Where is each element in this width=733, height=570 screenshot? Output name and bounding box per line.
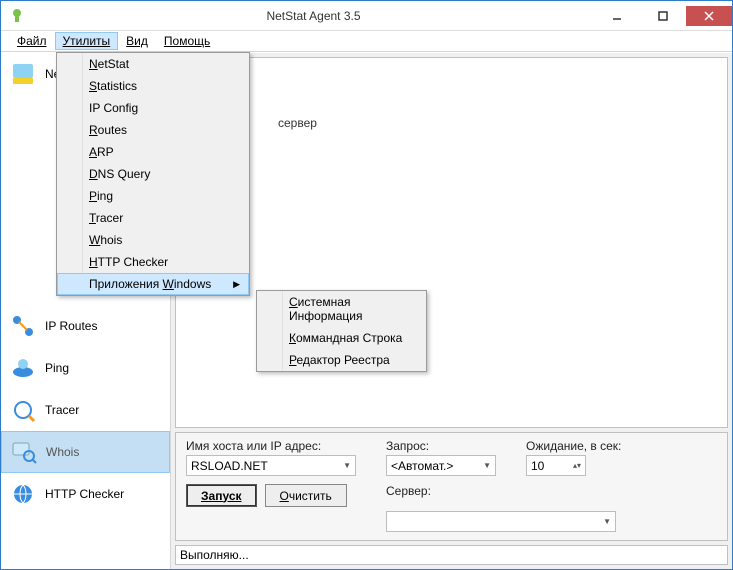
menu-item-netstat[interactable]: NetStat: [57, 53, 249, 75]
output-area[interactable]: сервер: [175, 57, 728, 428]
menu-utils[interactable]: Утилиты: [55, 32, 119, 50]
menu-item-tracer[interactable]: Tracer: [57, 207, 249, 229]
host-input[interactable]: RSLOAD.NET ▼: [186, 455, 356, 476]
tracer-icon: [9, 396, 37, 424]
host-value: RSLOAD.NET: [191, 459, 268, 473]
output-server-label: сервер: [278, 116, 317, 130]
ping-icon: [9, 354, 37, 382]
status-bar: Выполняю...: [175, 545, 728, 565]
spinner-arrows-icon: ▴▾: [573, 461, 581, 470]
sidebar-label: Whois: [46, 445, 79, 459]
wait-label: Ожидание, в сек:: [526, 439, 646, 453]
window-title: NetStat Agent 3.5: [33, 9, 594, 23]
close-button[interactable]: [686, 6, 732, 26]
menu-item-statistics[interactable]: Statistics: [57, 75, 249, 97]
menu-item-ping[interactable]: Ping: [57, 185, 249, 207]
maximize-button[interactable]: [640, 6, 686, 26]
chevron-down-icon: ▼: [343, 461, 351, 470]
sidebar-item-iproutes[interactable]: IP Routes: [1, 305, 170, 347]
menu-bar: Файл Утилиты Вид Помощь: [1, 31, 732, 52]
server-select[interactable]: ▼: [386, 511, 616, 532]
menu-item-arp[interactable]: ARP: [57, 141, 249, 163]
menu-item-routes[interactable]: Routes: [57, 119, 249, 141]
server-label: Сервер:: [386, 484, 496, 498]
iproutes-icon: [9, 312, 37, 340]
clear-button[interactable]: Очистить: [265, 484, 347, 507]
menu-item-ipconfig[interactable]: IP Config: [57, 97, 249, 119]
sidebar-label: HTTP Checker: [45, 487, 124, 501]
menu-item-whois[interactable]: Whois: [57, 229, 249, 251]
title-bar: NetStat Agent 3.5: [1, 1, 732, 31]
httpchecker-icon: [9, 480, 37, 508]
sidebar-label: Ping: [45, 361, 69, 375]
status-text: Выполняю...: [180, 548, 249, 562]
winapps-submenu: Системная Информация Коммандная Строка Р…: [256, 290, 427, 372]
menu-item-dnsquery[interactable]: DNS Query: [57, 163, 249, 185]
utils-menu-popup: NetStat Statistics IP Config Routes ARP …: [56, 52, 250, 296]
menu-help[interactable]: Помощь: [156, 32, 218, 50]
app-icon: [9, 8, 25, 24]
submenu-arrow-icon: ▶: [233, 279, 240, 290]
query-value: <Автомат.>: [391, 459, 453, 473]
submenu-cmdline[interactable]: Коммандная Строка: [257, 327, 426, 349]
chevron-down-icon: ▼: [483, 461, 491, 470]
query-label: Запрос:: [386, 439, 496, 453]
wait-spinner[interactable]: 10 ▴▾: [526, 455, 586, 476]
menu-view[interactable]: Вид: [118, 32, 156, 50]
submenu-regedit[interactable]: Редактор Реестра: [257, 349, 426, 371]
menu-item-httpchecker[interactable]: HTTP Checker: [57, 251, 249, 273]
sidebar-item-ping[interactable]: Ping: [1, 347, 170, 389]
submenu-sysinfo[interactable]: Системная Информация: [257, 291, 426, 327]
wait-value: 10: [531, 459, 544, 473]
netstat-icon: [9, 60, 37, 88]
minimize-button[interactable]: [594, 6, 640, 26]
sidebar-label: IP Routes: [45, 319, 97, 333]
menu-item-winapps[interactable]: Приложения Windows ▶: [57, 273, 249, 295]
sidebar-item-httpchecker[interactable]: HTTP Checker: [1, 473, 170, 515]
sidebar-item-tracer[interactable]: Tracer: [1, 389, 170, 431]
run-button[interactable]: Запуск: [186, 484, 257, 507]
sidebar-label: Tracer: [45, 403, 79, 417]
chevron-down-icon: ▼: [603, 517, 611, 526]
sidebar-item-whois[interactable]: Whois: [1, 431, 170, 473]
whois-form: Имя хоста или IP адрес: RSLOAD.NET ▼ Зап…: [175, 432, 728, 541]
menu-file[interactable]: Файл: [9, 32, 55, 50]
whois-icon: [10, 438, 38, 466]
host-label: Имя хоста или IP адрес:: [186, 439, 356, 453]
query-select[interactable]: <Автомат.> ▼: [386, 455, 496, 476]
